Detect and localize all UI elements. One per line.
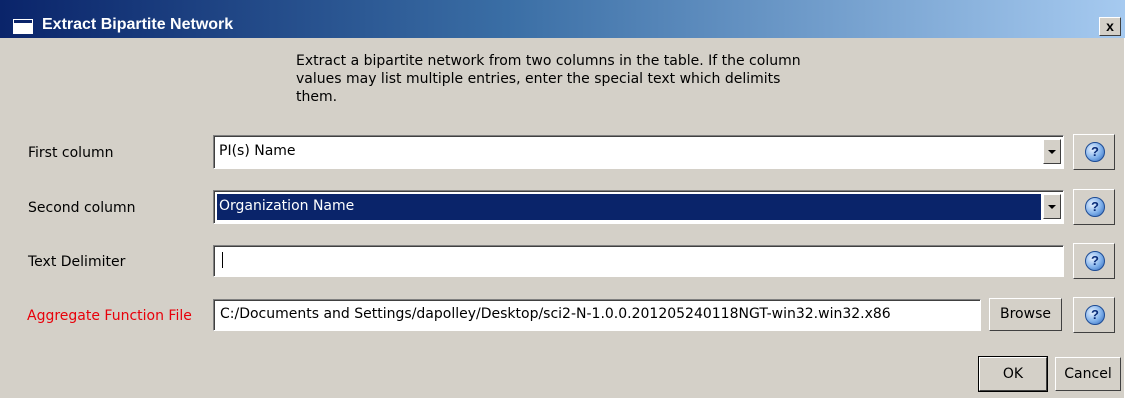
first-column-value: PI(s) Name bbox=[219, 143, 296, 159]
help-icon: ? bbox=[1085, 197, 1105, 217]
help-icon: ? bbox=[1085, 142, 1105, 162]
aggregate-function-help-button[interactable]: ? bbox=[1073, 297, 1115, 333]
first-column-dropdown-button[interactable] bbox=[1043, 139, 1061, 164]
window-icon bbox=[13, 19, 33, 34]
first-column-help-button[interactable]: ? bbox=[1073, 134, 1115, 170]
second-column-value: Organization Name bbox=[219, 198, 355, 214]
ok-button[interactable]: OK bbox=[978, 356, 1048, 392]
title-bar[interactable]: Extract Bipartite Network x bbox=[0, 0, 1125, 38]
first-column-label: First column bbox=[28, 145, 114, 161]
text-delimiter-input[interactable] bbox=[213, 245, 1064, 277]
second-column-selection: Organization Name bbox=[217, 194, 1041, 220]
second-column-dropdown-button[interactable] bbox=[1043, 194, 1061, 219]
first-column-select[interactable]: PI(s) Name bbox=[213, 135, 1064, 169]
aggregate-function-file-input[interactable]: C:/Documents and Settings/dapolley/Deskt… bbox=[213, 299, 981, 331]
text-delimiter-label: Text Delimiter bbox=[28, 254, 126, 270]
text-cursor bbox=[222, 252, 223, 268]
cancel-button[interactable]: Cancel bbox=[1055, 357, 1121, 391]
aggregate-function-file-label: Aggregate Function File bbox=[27, 308, 192, 324]
second-column-help-button[interactable]: ? bbox=[1073, 189, 1115, 225]
aggregate-function-file-value: C:/Documents and Settings/dapolley/Deskt… bbox=[220, 306, 891, 322]
second-column-label: Second column bbox=[28, 200, 136, 216]
dialog-window: Extract Bipartite Network x Extract a bi… bbox=[0, 0, 1125, 398]
help-icon: ? bbox=[1085, 251, 1105, 271]
close-button[interactable]: x bbox=[1099, 17, 1121, 36]
help-icon: ? bbox=[1085, 305, 1105, 325]
browse-button[interactable]: Browse bbox=[989, 298, 1062, 331]
second-column-select[interactable]: Organization Name bbox=[213, 190, 1064, 224]
text-delimiter-help-button[interactable]: ? bbox=[1073, 243, 1115, 279]
window-title: Extract Bipartite Network bbox=[42, 16, 234, 33]
dialog-description: Extract a bipartite network from two col… bbox=[296, 53, 801, 105]
